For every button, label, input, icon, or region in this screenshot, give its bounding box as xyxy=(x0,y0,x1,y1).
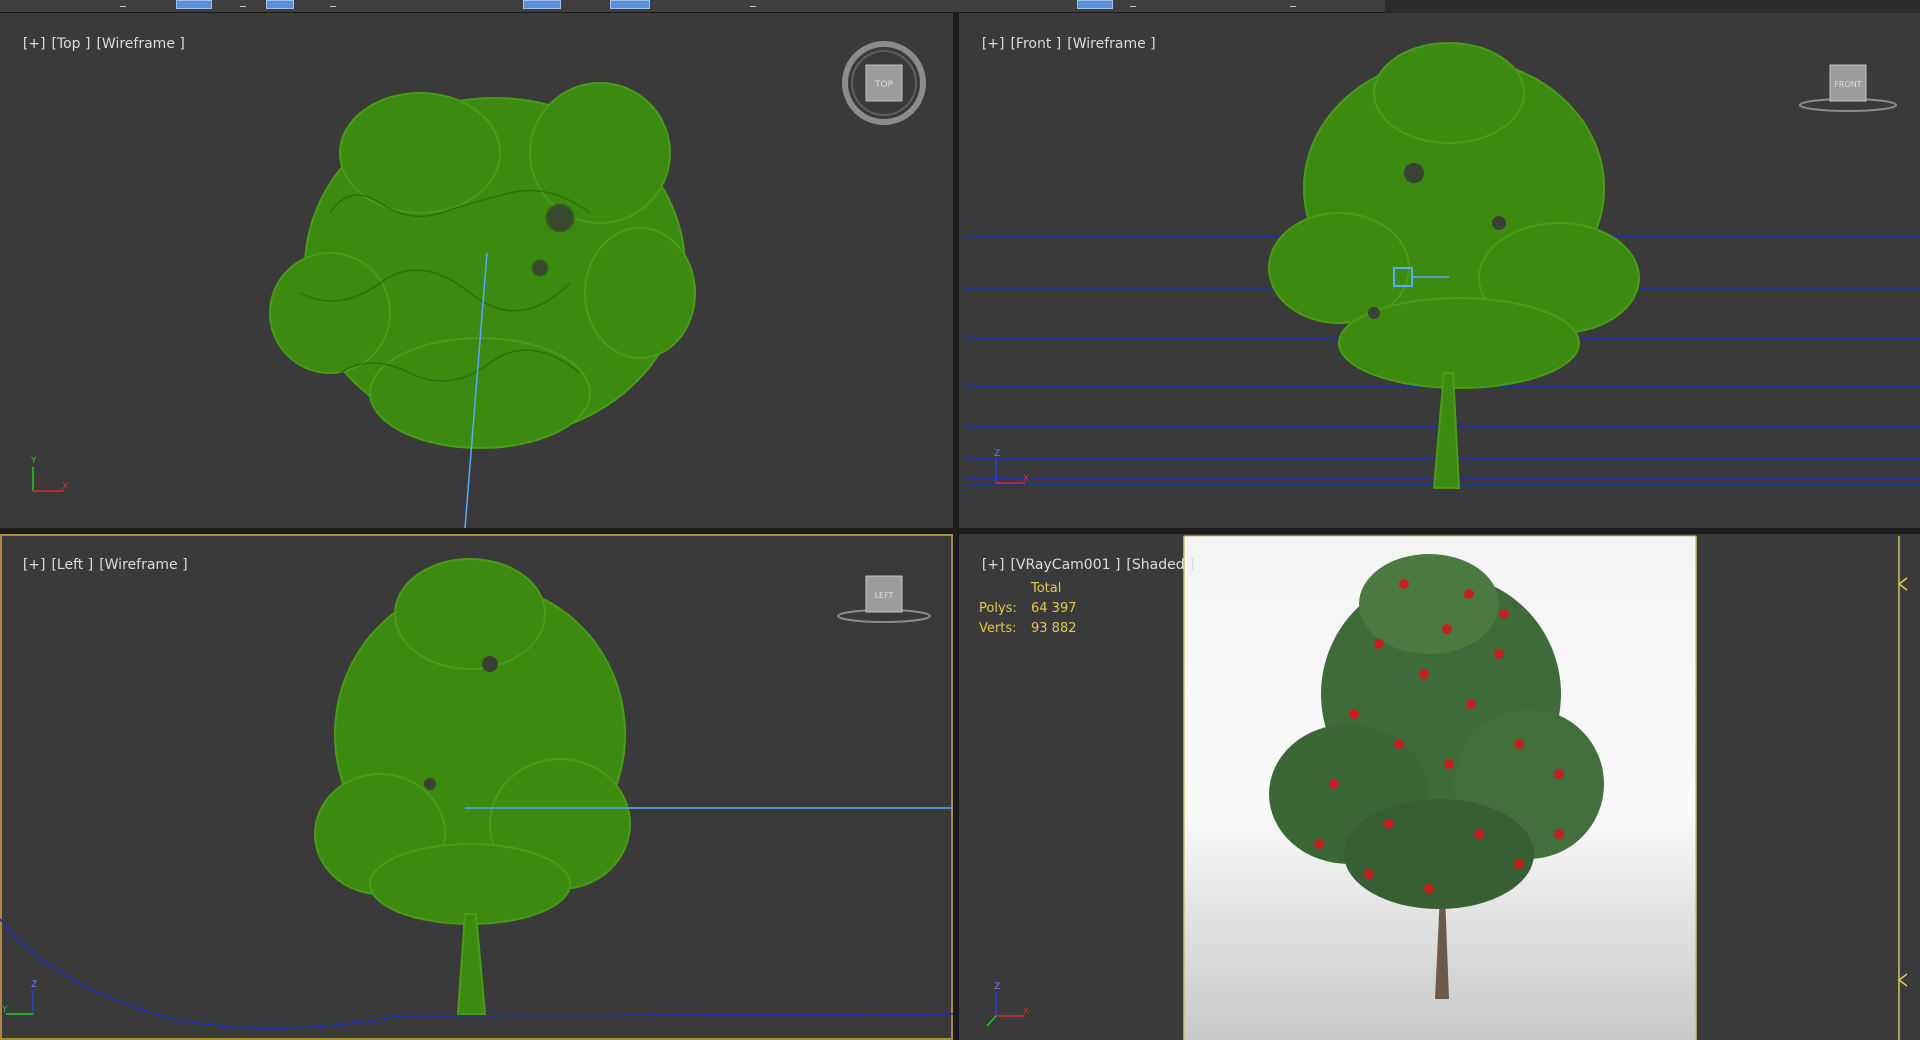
viewport-front[interactable]: FRONT Z X [+] [Front ] [Wireframe ] xyxy=(959,13,1920,528)
stats-header: Total xyxy=(1031,581,1062,596)
svg-text:Y: Y xyxy=(30,456,37,466)
tree-wireframe[interactable] xyxy=(314,558,631,1015)
viewport-top-canvas[interactable]: TOP Y X xyxy=(0,13,953,528)
viewport-left[interactable]: LEFT Z Y [+] [Left ] [Wireframe ] xyxy=(0,534,953,1040)
tree-wireframe[interactable] xyxy=(269,82,696,449)
svg-text:Z: Z xyxy=(994,982,1000,992)
viewport-shading-mode[interactable]: [Wireframe ] xyxy=(1067,36,1155,52)
time-slider-marker-icon[interactable] xyxy=(1897,536,1908,1040)
toolbar-icon[interactable] xyxy=(240,2,246,7)
svg-text:X: X xyxy=(1023,1007,1029,1017)
toolbar-selected-button[interactable] xyxy=(176,0,212,9)
viewport-top-label[interactable]: [+] [Top ] [Wireframe ] xyxy=(5,20,191,68)
stats-verts-value: 93 882 xyxy=(1031,621,1077,636)
toolbar-selected-button[interactable] xyxy=(523,0,561,9)
toolbar-selected-button[interactable] xyxy=(266,0,294,9)
viewport-camera-canvas[interactable]: Z X xyxy=(959,534,1920,1040)
viewport-view-name[interactable]: [Top ] xyxy=(51,36,90,52)
viewport-front-canvas[interactable]: FRONT Z X xyxy=(959,13,1920,528)
stats-polys-label: Polys: xyxy=(979,601,1017,616)
main-toolbar xyxy=(0,0,1385,13)
viewport-top[interactable]: TOP Y X [+] [Top ] [Wireframe ] xyxy=(0,13,953,528)
viewcube-label: FRONT xyxy=(1834,80,1861,89)
viewcube-label: TOP xyxy=(874,80,894,90)
toolbar-icon[interactable] xyxy=(330,2,336,7)
stats-overlay: Total Polys: 64 397 Verts: 93 882 xyxy=(979,579,1077,639)
viewport-left-canvas[interactable]: LEFT Z Y xyxy=(0,534,953,1040)
viewport-menu-plus[interactable]: [+] xyxy=(982,36,1005,52)
tree-wireframe[interactable] xyxy=(1268,42,1640,489)
svg-text:X: X xyxy=(1023,474,1029,484)
svg-text:Z: Z xyxy=(994,449,1000,459)
toolbar-icon[interactable] xyxy=(120,2,126,7)
viewport-view-name[interactable]: [Front ] xyxy=(1010,36,1061,52)
toolbar-selected-button[interactable] xyxy=(610,0,650,9)
axis-tripod-icon: Z X xyxy=(986,982,1029,1027)
toolbar-icon[interactable] xyxy=(1290,2,1296,7)
toolbar-selected-button[interactable] xyxy=(1077,0,1113,9)
svg-text:Z: Z xyxy=(31,980,37,990)
viewport-menu-plus[interactable]: [+] xyxy=(23,36,46,52)
viewport-front-label[interactable]: [+] [Front ] [Wireframe ] xyxy=(964,20,1162,68)
viewport-left-label[interactable]: [+] [Left ] [Wireframe ] xyxy=(5,541,194,589)
stats-verts-label: Verts: xyxy=(979,621,1017,636)
axis-tripod-icon: Z Y xyxy=(1,980,37,1015)
viewport-menu-plus[interactable]: [+] xyxy=(23,557,46,573)
viewport-view-name[interactable]: [Left ] xyxy=(51,557,93,573)
viewport-camera[interactable]: Z X [+] [VRayCam001 ] [Shaded ] Total Poly… xyxy=(959,534,1920,1040)
stats-polys-value: 64 397 xyxy=(1031,601,1077,616)
svg-text:X: X xyxy=(62,482,68,492)
toolbar-icon[interactable] xyxy=(1130,2,1136,7)
viewport-view-name[interactable]: [VRayCam001 ] xyxy=(1010,557,1120,573)
viewcube-label: LEFT xyxy=(875,591,894,600)
viewport-shading-mode[interactable]: [Wireframe ] xyxy=(96,36,184,52)
toolbar-icon[interactable] xyxy=(750,2,756,7)
viewport-menu-plus[interactable]: [+] xyxy=(982,557,1005,573)
svg-text:Y: Y xyxy=(1,1005,8,1015)
axis-tripod-icon: Y X xyxy=(30,456,68,492)
viewport-shading-mode[interactable]: [Shaded ] xyxy=(1126,557,1194,573)
viewport-shading-mode[interactable]: [Wireframe ] xyxy=(99,557,187,573)
